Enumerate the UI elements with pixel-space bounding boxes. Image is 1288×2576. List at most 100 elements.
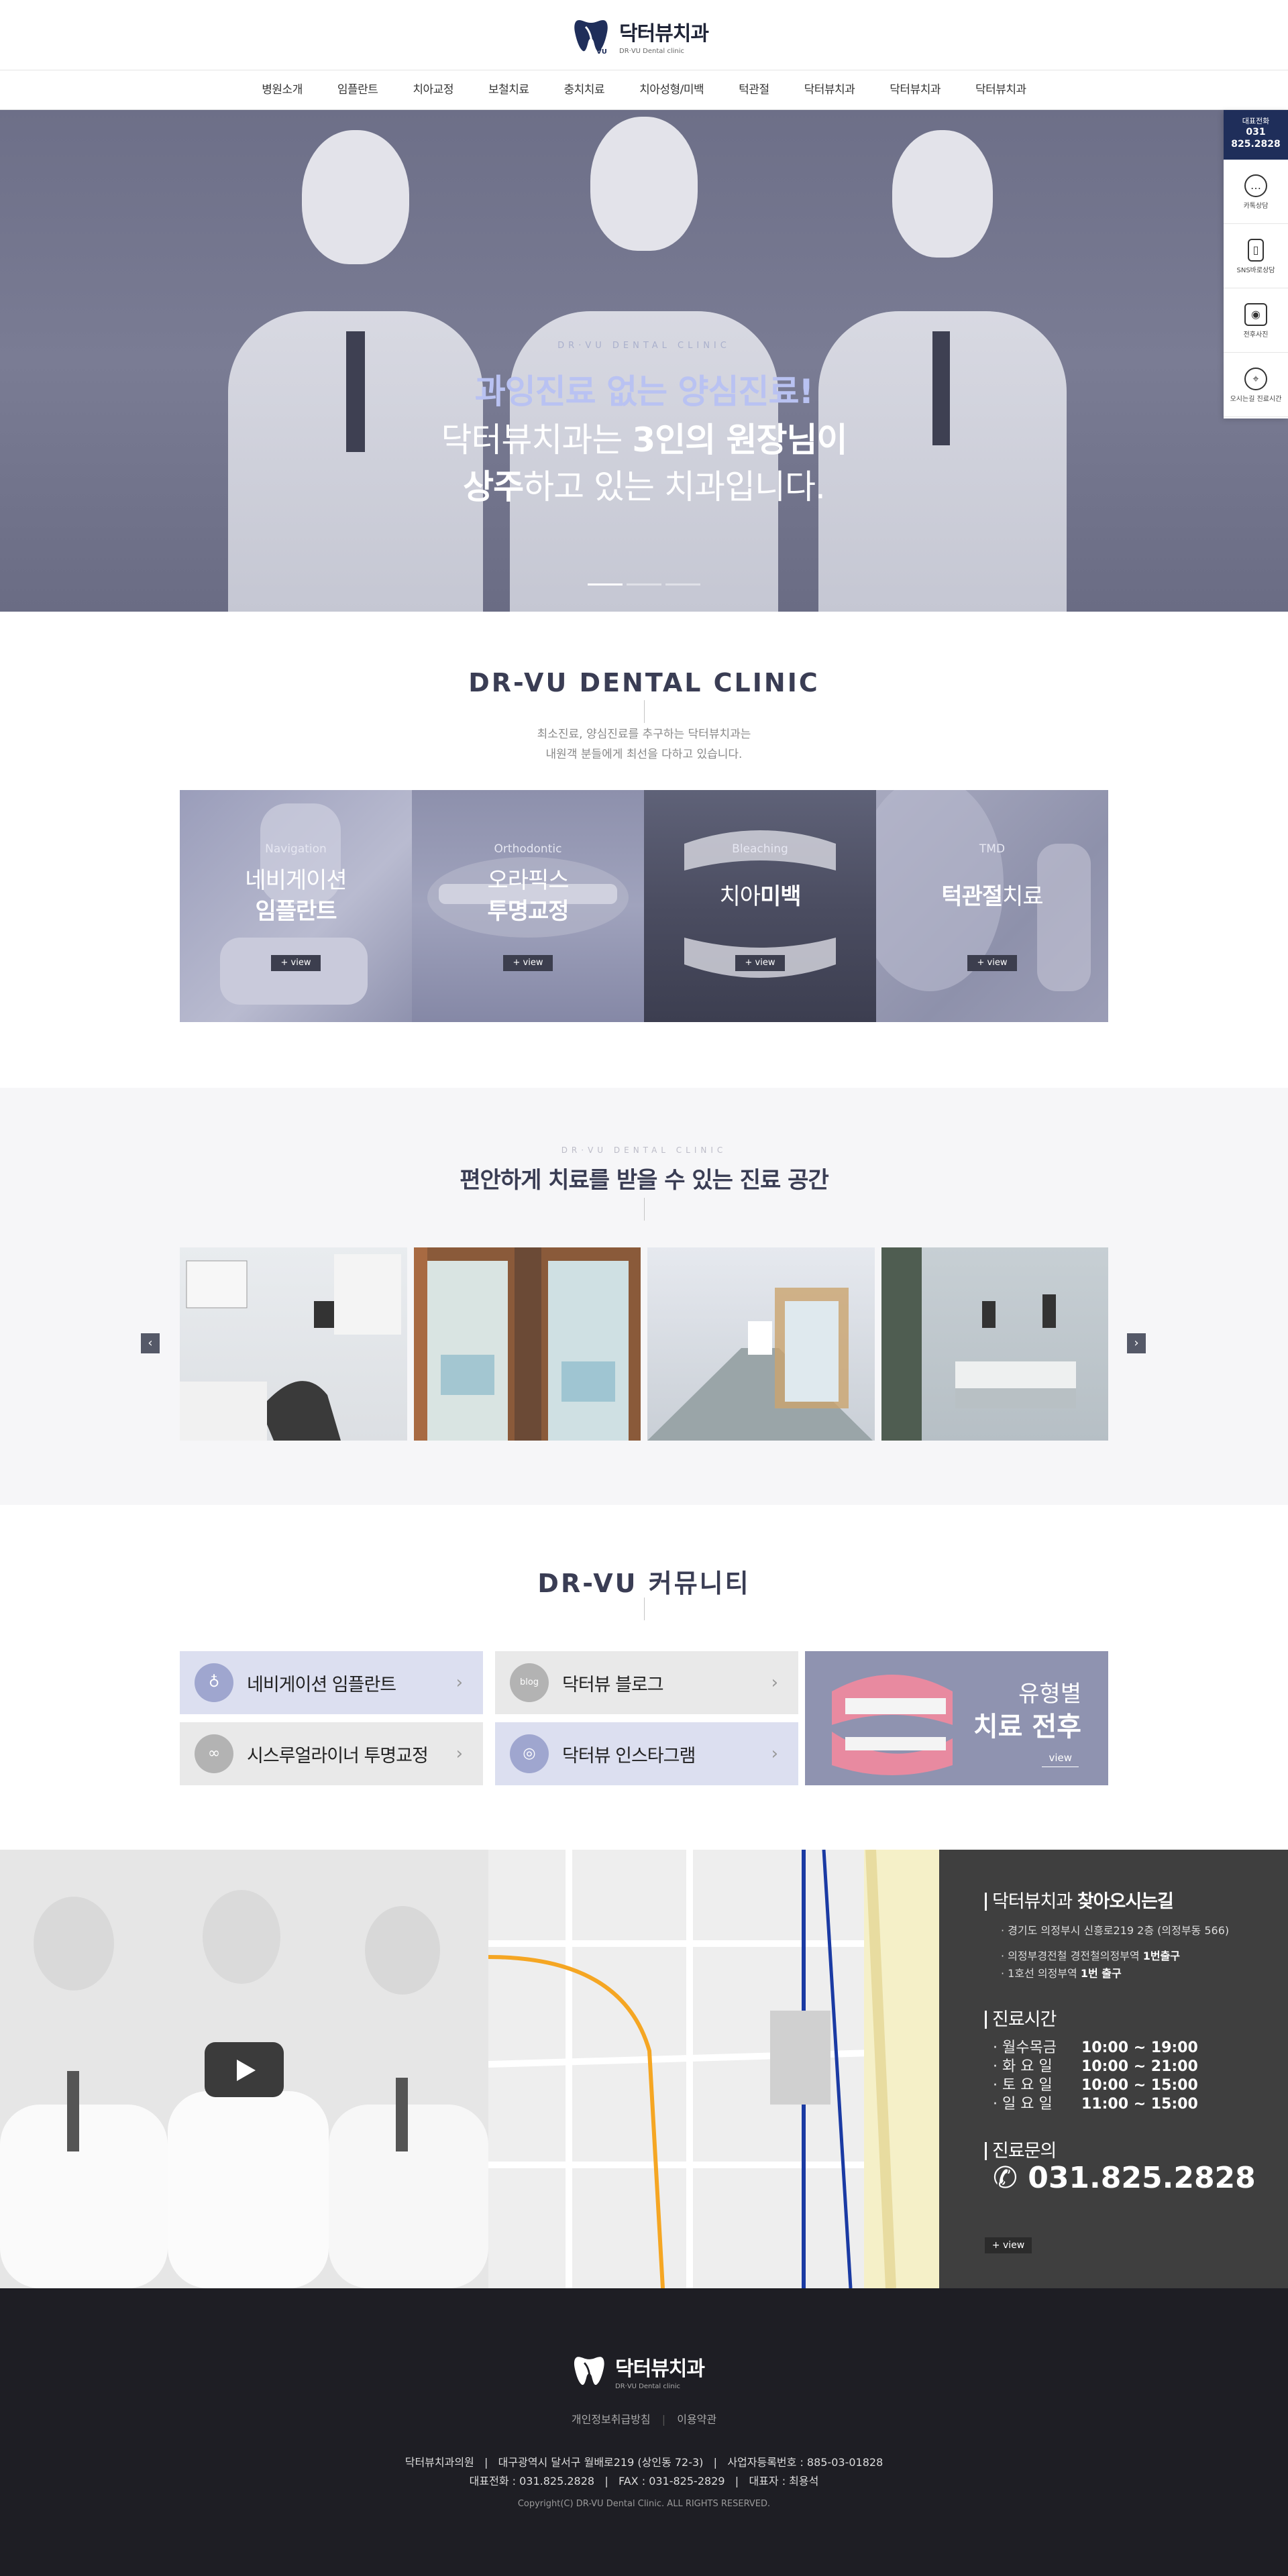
quick-location[interactable]: ⌖ 오시는길 진료시간	[1224, 353, 1288, 417]
space-gallery	[180, 1247, 1108, 1441]
subway-info-1: · 의정부경전철 경전철의정부역 1번출구	[1001, 1950, 1181, 1962]
slider-pagination	[588, 583, 700, 585]
card-orthodontic[interactable]: Orthodontic 오라픽스 투명교정 + view	[412, 790, 644, 1022]
view-button[interactable]: + view	[967, 955, 1017, 971]
nav-item-prosthetic[interactable]: 보철치료	[471, 70, 547, 110]
quick-phone[interactable]: 대표전화 031 825.2828	[1224, 110, 1288, 160]
mobile-icon: ▯	[1248, 239, 1264, 262]
nav-item-clinic-1[interactable]: 닥터뷰치과	[787, 70, 873, 110]
divider	[644, 1198, 645, 1221]
contact-title: 진료문의	[985, 2142, 1057, 2160]
slider-dot-1[interactable]	[588, 583, 623, 585]
hours-row: · 토 요 일 10:00 ~ 15:00	[993, 2077, 1198, 2094]
footer-links: 개인정보취급방침 | 이용약관	[571, 2413, 717, 2426]
location-title: 닥터뷰치과 찾아오시는길	[985, 1893, 1174, 1911]
gallery-next-button[interactable]: ›	[1127, 1333, 1146, 1353]
chat-icon: …	[1244, 174, 1267, 197]
view-button[interactable]: + view	[503, 955, 553, 971]
nav-item-tmj[interactable]: 턱관절	[721, 70, 786, 110]
hours-row: · 화 요 일 10:00 ~ 21:00	[993, 2058, 1198, 2075]
space-title: 편안하게 치료를 받을 수 있는 진료 공간	[460, 1167, 829, 1194]
location-map[interactable]	[488, 1850, 939, 2288]
quick-before-after[interactable]: ◉ 전후사진	[1224, 288, 1288, 353]
chevron-right-icon: ›	[771, 1673, 778, 1693]
site-header: VU 닥터뷰치과 DR·VU Dental clinic 병원소개 임플란트 치…	[0, 0, 1288, 110]
gallery-prev-button[interactable]: ‹	[141, 1333, 160, 1353]
site-footer: 닥터뷰치과 DR·VU Dental clinic 개인정보취급방침 | 이용약…	[0, 2288, 1288, 2576]
location-view-button[interactable]: + view	[985, 2237, 1032, 2253]
community-instagram-link[interactable]: ◎ 닥터뷰 인스타그램 ›	[495, 1722, 798, 1785]
hero-line-2: 닥터뷰치과는 3인의 원장님이	[441, 421, 847, 459]
community-aligner-link[interactable]: ∞ 시스루얼라이너 투명교정 ›	[180, 1722, 483, 1785]
play-button-icon[interactable]	[205, 2042, 284, 2097]
chevron-right-icon: ›	[455, 1673, 463, 1693]
logo-title: 닥터뷰치과	[619, 21, 709, 46]
nav-item-cavity[interactable]: 충치치료	[547, 70, 623, 110]
tooth-icon: ♁	[195, 1663, 233, 1702]
map-image	[488, 1850, 939, 2288]
view-button[interactable]: + view	[271, 955, 321, 971]
gallery-photo-exam-room[interactable]	[881, 1247, 1108, 1441]
hero-subtitle: DR·VU DENTAL CLINIC	[557, 341, 731, 351]
before-after-banner[interactable]: 유형별 치료 전후 view	[805, 1651, 1108, 1785]
nav-item-clinic-2[interactable]: 닥터뷰치과	[872, 70, 958, 110]
privacy-policy-link[interactable]: 개인정보취급방침	[572, 2413, 651, 2426]
quick-sns[interactable]: ▯ SNS바로상담	[1224, 224, 1288, 288]
clinic-description: 최소진료, 양심진료를 추구하는 닥터뷰치과는 내원객 분들에게 최선을 다하고…	[537, 728, 751, 761]
footer-logo-subtitle: DR·VU Dental clinic	[615, 2382, 681, 2390]
community-implant-link[interactable]: ♁ 네비게이션 임플란트 ›	[180, 1651, 483, 1714]
community-title: DR-VU 커뮤니티	[537, 1569, 751, 1598]
doctor-figure-center	[510, 110, 778, 612]
gallery-photo-treatment-room[interactable]	[180, 1247, 407, 1441]
location-section: 닥터뷰치과 찾아오시는길 · 경기도 의정부시 신흥로219 2층 (의정부동 …	[0, 1850, 1288, 2288]
address: · 경기도 의정부시 신흥로219 2층 (의정부동 566)	[1001, 1924, 1230, 1937]
quick-menu: 대표전화 031 825.2828 … 카톡상담 ▯ SNS바로상담 ◉ 전후사…	[1224, 110, 1288, 418]
view-button[interactable]: + view	[735, 955, 785, 971]
contact-phone[interactable]: ✆ 031.825.2828	[993, 2161, 1256, 2195]
footer-logo-title: 닥터뷰치과	[615, 2357, 705, 2381]
intro-video[interactable]	[0, 1850, 488, 2288]
hours-row: · 일 요 일 11:00 ~ 15:00	[993, 2096, 1198, 2113]
hours-row: · 월수목금 10:00 ~ 19:00	[993, 2039, 1198, 2056]
hero-headline: 과잉진료 없는 양심진료!	[474, 372, 814, 411]
nav-item-about[interactable]: 병원소개	[244, 70, 320, 110]
tooth-logo-icon: VU	[574, 20, 608, 56]
doctor-figure-right	[818, 110, 1067, 612]
aligner-icon: ∞	[195, 1734, 233, 1773]
location-info-panel: 닥터뷰치과 찾아오시는길 · 경기도 의정부시 신흥로219 2층 (의정부동 …	[939, 1850, 1288, 2288]
clinic-space-section: DR·VU DENTAL CLINIC 편안하게 치료를 받을 수 있는 진료 …	[0, 1088, 1288, 1505]
location-icon: ⌖	[1244, 368, 1267, 390]
hero-line-3: 상주하고 있는 치과입니다.	[463, 467, 826, 506]
gallery-photo-entrance[interactable]	[413, 1247, 641, 1441]
nav-item-clinic-3[interactable]: 닥터뷰치과	[958, 70, 1044, 110]
slider-dot-3[interactable]	[665, 583, 700, 585]
logo-subtitle: DR·VU Dental clinic	[619, 47, 685, 55]
chevron-right-icon: ›	[455, 1744, 463, 1764]
tooth-logo-icon	[574, 2357, 604, 2386]
terms-link[interactable]: 이용약관	[677, 2413, 716, 2426]
camera-icon: ◉	[1244, 303, 1267, 326]
clinic-section-title: DR-VU DENTAL CLINIC	[468, 668, 820, 697]
hours-title: 진료시간	[985, 2011, 1057, 2029]
card-whitening[interactable]: Bleaching 치아미백 + view	[644, 790, 876, 1022]
community-blog-link[interactable]: blog 닥터뷰 블로그 ›	[495, 1651, 798, 1714]
nav-item-whitening[interactable]: 치아성형/미백	[622, 70, 721, 110]
card-navigation-implant[interactable]: Navigation 네비게이션 임플란트 + view	[180, 790, 412, 1022]
slider-dot-2[interactable]	[627, 583, 661, 585]
main-nav: 병원소개 임플란트 치아교정 보철치료 충치치료 치아성형/미백 턱관절 닥터뷰…	[0, 70, 1288, 110]
before-after-view-button[interactable]: view	[1042, 1752, 1079, 1767]
quick-kakao[interactable]: … 카톡상담	[1224, 160, 1288, 224]
footer-company-info: 닥터뷰치과의원 | 대구광역시 달서구 월배로219 (상인동 72-3) | …	[405, 2456, 883, 2487]
footer-logo[interactable]: 닥터뷰치과 DR·VU Dental clinic	[572, 2350, 716, 2392]
site-logo[interactable]: VU 닥터뷰치과 DR·VU Dental clinic	[572, 12, 716, 59]
treatment-cards: Navigation 네비게이션 임플란트 + view Orthodontic …	[180, 790, 1108, 1022]
nav-item-implant[interactable]: 임플란트	[320, 70, 396, 110]
divider	[644, 1598, 645, 1620]
nav-item-orthodontic[interactable]: 치아교정	[395, 70, 471, 110]
space-subtitle: DR·VU DENTAL CLINIC	[561, 1145, 727, 1155]
card-tmd[interactable]: TMD 턱관절치료 + view	[876, 790, 1108, 1022]
subway-info-2: · 1호선 의정부역 1번 출구	[1001, 1967, 1122, 1980]
gallery-photo-hallway[interactable]	[647, 1247, 875, 1441]
doctor-figure-left	[228, 110, 483, 612]
phone-icon: ✆	[993, 2161, 1018, 2195]
